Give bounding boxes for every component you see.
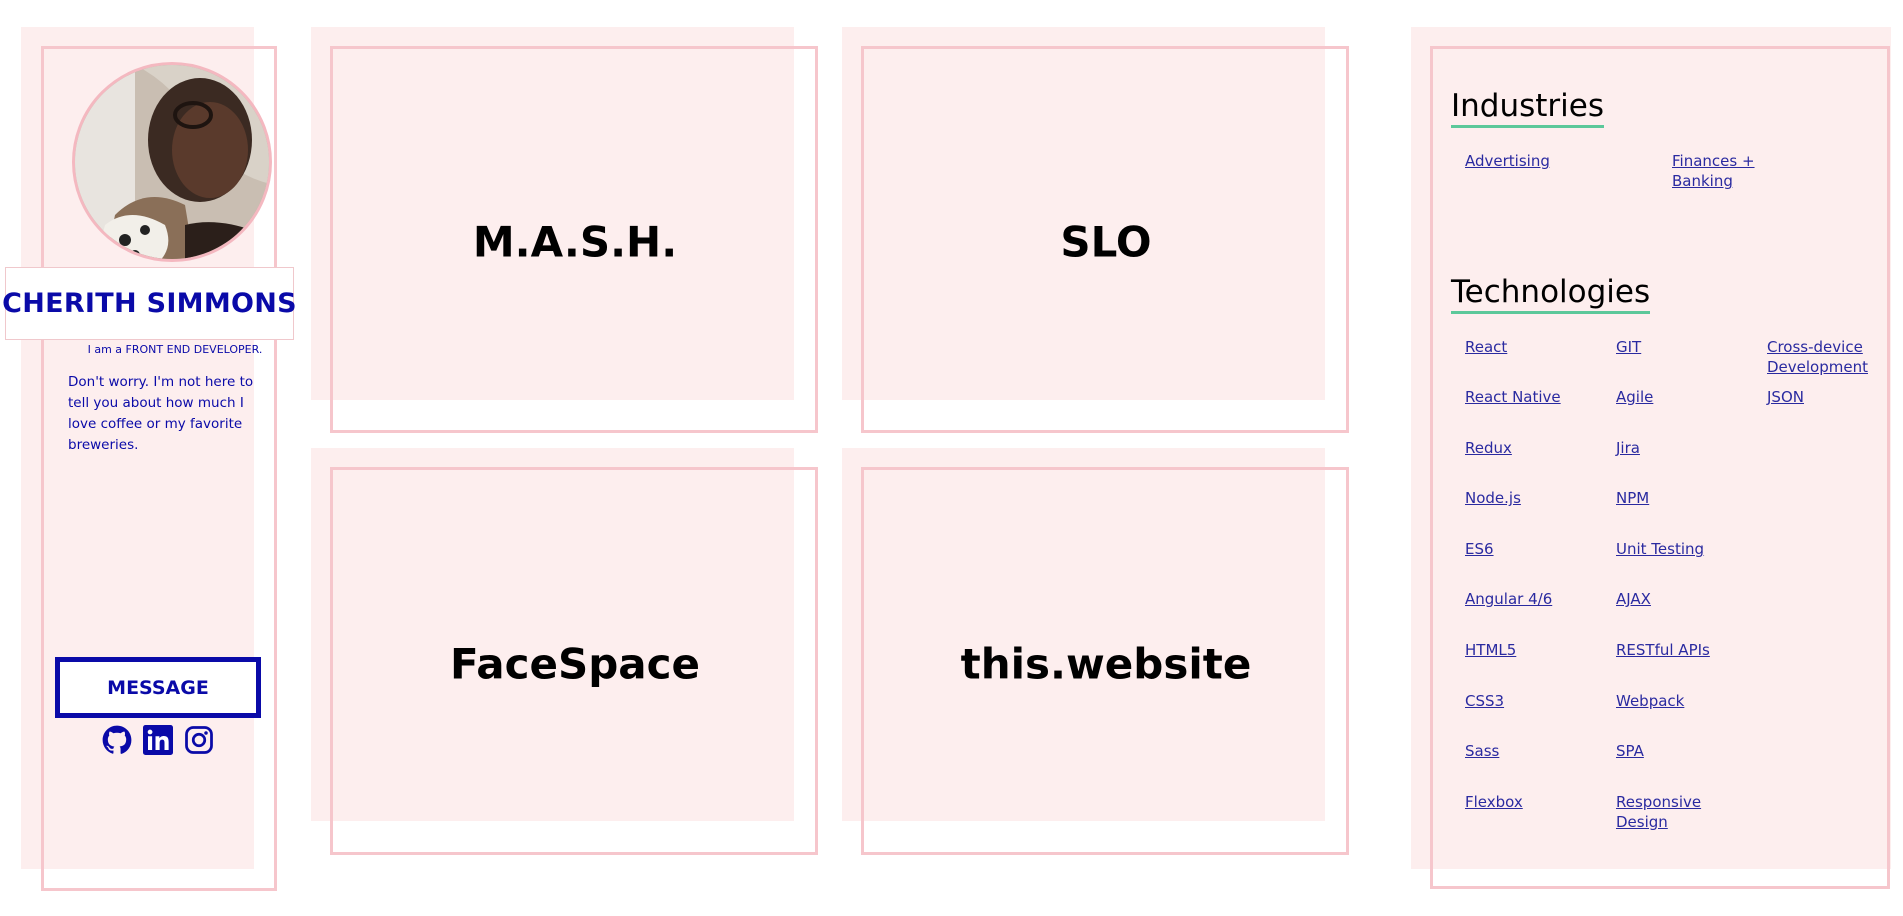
project-title[interactable]: FaceSpace <box>450 640 700 689</box>
technology-tag[interactable]: Flexbox <box>1465 792 1523 812</box>
technologies-heading: Technologies <box>1451 274 1651 314</box>
skills-panel-outline <box>1430 46 1890 889</box>
technology-tag[interactable]: SPA <box>1616 741 1644 761</box>
technology-tag[interactable]: GIT <box>1616 337 1641 357</box>
industry-tag[interactable]: Advertising <box>1465 151 1550 171</box>
technology-tag[interactable]: NPM <box>1616 488 1649 508</box>
linkedin-icon[interactable] <box>143 725 173 755</box>
github-icon[interactable] <box>102 725 132 755</box>
technology-tag[interactable]: AJAX <box>1616 589 1651 609</box>
message-button[interactable]: MESSAGE <box>55 657 261 718</box>
technology-tag[interactable]: Sass <box>1465 741 1499 761</box>
avatar <box>72 62 272 262</box>
technology-tag[interactable]: JSON <box>1767 387 1804 407</box>
profile-bio: Don't worry. I'm not here to tell you ab… <box>68 374 254 453</box>
technology-tag[interactable]: Responsive Design <box>1616 792 1726 832</box>
technology-tag[interactable]: HTML5 <box>1465 640 1516 660</box>
technology-tag[interactable]: React Native <box>1465 387 1561 407</box>
profile-tagline: I am a FRONT END DEVELOPER. <box>87 343 263 356</box>
project-title[interactable]: M.A.S.H. <box>473 218 677 267</box>
technology-tag[interactable]: Unit Testing <box>1616 539 1704 559</box>
industry-tag[interactable]: Finances + Banking <box>1672 151 1792 191</box>
technology-tag[interactable]: Cross-device Development <box>1767 337 1877 377</box>
technology-tag[interactable]: Redux <box>1465 438 1512 458</box>
technology-tag[interactable]: CSS3 <box>1465 691 1504 711</box>
technology-tag[interactable]: Jira <box>1616 438 1640 458</box>
profile-name: CHERITH SIMMONS <box>2 288 297 319</box>
technology-tag[interactable]: Webpack <box>1616 691 1684 711</box>
project-title[interactable]: SLO <box>1060 218 1151 267</box>
technology-tag[interactable]: React <box>1465 337 1507 357</box>
technology-tag[interactable]: ES6 <box>1465 539 1494 559</box>
technology-tag[interactable]: Agile <box>1616 387 1653 407</box>
technology-tag[interactable]: Node.js <box>1465 488 1521 508</box>
project-title[interactable]: this.website <box>961 640 1252 689</box>
name-banner: CHERITH SIMMONS <box>2 267 297 340</box>
instagram-icon[interactable] <box>184 725 214 755</box>
avatar-photo <box>75 65 269 259</box>
technology-tag[interactable]: Angular 4/6 <box>1465 589 1552 609</box>
industries-heading: Industries <box>1451 88 1605 128</box>
technology-tag[interactable]: RESTful APIs <box>1616 640 1710 660</box>
